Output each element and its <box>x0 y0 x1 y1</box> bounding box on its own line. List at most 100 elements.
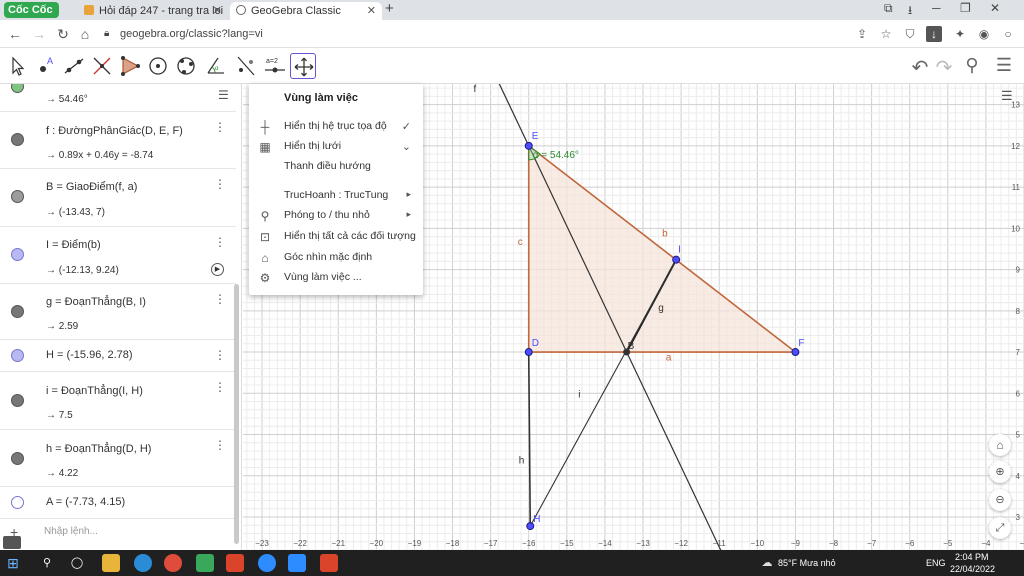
keyboard-icon[interactable] <box>3 536 21 549</box>
redo-icon[interactable]: ↷ <box>932 55 956 80</box>
extensions-icon[interactable]: ✦ <box>952 26 968 42</box>
undo-icon[interactable]: ↶ <box>908 55 932 80</box>
algebra-row[interactable]: h = ĐoạnThẳng(D, H) → 4.22 ⋮ <box>0 430 236 487</box>
angle-tool-icon[interactable]: α <box>203 53 229 79</box>
algebra-row[interactable]: i = ĐoạnThẳng(I, H) → 7.5 ⋮ <box>0 372 236 430</box>
search-icon[interactable]: ⚲ <box>38 554 56 572</box>
row-menu-icon[interactable]: ⋮ <box>214 177 226 191</box>
menu-item-graphics-settings[interactable]: ⚙ Vùng làm việc ... <box>249 268 423 288</box>
home-view-icon[interactable]: ⌂ <box>989 434 1011 456</box>
polygon-tool-icon[interactable] <box>117 53 143 79</box>
chrome-icon[interactable] <box>164 554 182 572</box>
office-alt-icon[interactable] <box>320 554 338 572</box>
reload-icon[interactable]: ↻ <box>54 25 72 43</box>
zoom-in-icon[interactable]: ⊕ <box>989 461 1011 483</box>
download-extension-icon[interactable]: ↓ <box>926 26 942 42</box>
bookmark-star-icon[interactable]: ☆ <box>878 26 894 42</box>
download-icon[interactable]: ⭳ <box>908 1 912 22</box>
menu-item-show-grid[interactable]: ▦ Hiển thị lưới ⌄ <box>249 137 423 157</box>
visibility-dot[interactable] <box>11 452 24 465</box>
file-explorer-icon[interactable] <box>102 554 120 572</box>
algebra-row[interactable]: → 54.46° ☰ <box>0 84 236 112</box>
tab-hoidap[interactable]: Hỏi đáp 247 - trang tra loi ✕ <box>78 2 228 20</box>
visibility-dot[interactable] <box>11 248 24 261</box>
play-icon[interactable]: ▶ <box>211 263 224 276</box>
point-tool-icon[interactable]: A <box>33 53 59 79</box>
menu-circle-icon[interactable]: ○ <box>1000 26 1016 42</box>
y-tick-label: 6 <box>1016 389 1021 398</box>
perpendicular-tool-icon[interactable] <box>89 53 115 79</box>
maximize-icon[interactable]: ❐ <box>960 1 971 15</box>
chevron-down-icon[interactable]: ⌄ <box>402 140 411 153</box>
search-icon[interactable]: ⚲ <box>960 55 984 76</box>
edge-icon[interactable] <box>134 554 152 572</box>
menu-item-navigation-bar[interactable]: Thanh điều hướng <box>249 157 423 177</box>
visibility-dot[interactable] <box>11 190 24 203</box>
zoom-app-icon[interactable] <box>258 554 276 572</box>
algebra-row[interactable]: I = Điểm(b) → (-12.13, 9.24) ⋮ ▶ <box>0 227 236 284</box>
row-menu-icon[interactable]: ⋮ <box>214 380 226 394</box>
circle-three-points-tool-icon[interactable] <box>173 53 199 79</box>
reflect-tool-icon[interactable] <box>233 53 259 79</box>
minimize-icon[interactable]: ─ <box>932 1 941 15</box>
graphics-style-icon[interactable]: ☰ <box>1001 88 1013 104</box>
fullscreen-icon[interactable]: ⤢ <box>989 517 1011 539</box>
x-tick-label: −4 <box>981 539 991 548</box>
visibility-dot[interactable] <box>11 305 24 318</box>
algebra-style-icon[interactable]: ☰ <box>218 88 229 102</box>
move-graphics-tool-icon[interactable] <box>290 53 316 79</box>
visibility-dot[interactable] <box>11 349 24 362</box>
close-window-icon[interactable]: ✕ <box>990 1 1000 15</box>
circle-tool-icon[interactable] <box>145 53 171 79</box>
algebra-row[interactable]: g = ĐoạnThẳng(B, I) → 2.59 ⋮ <box>0 284 236 340</box>
shield-icon[interactable]: ⛉ <box>902 26 918 42</box>
menu-item-standard-view[interactable]: ⌂ Góc nhìn mặc định <box>249 248 423 268</box>
menu-item-show-axes[interactable]: ┼ Hiển thị hệ trục tọa độ ✓ <box>249 117 423 137</box>
move-tool-icon[interactable] <box>4 53 30 79</box>
menu-item-zoom[interactable]: ⚲ Phóng to / thu nhỏ ▸ <box>249 206 423 226</box>
row-menu-icon[interactable]: ⋮ <box>214 292 226 306</box>
close-icon[interactable]: ✕ <box>213 2 222 20</box>
browser-logo[interactable]: Cốc Cốc <box>4 2 59 18</box>
row-menu-icon[interactable]: ⋮ <box>214 348 226 362</box>
main-menu-icon[interactable]: ☰ <box>992 55 1016 76</box>
algebra-row[interactable]: A = (-7.73, 4.15) <box>0 487 236 519</box>
point-D[interactable] <box>524 348 533 357</box>
visibility-dot[interactable] <box>11 84 24 93</box>
algebra-scrollbar[interactable] <box>234 284 239 544</box>
close-icon[interactable]: ✕ <box>367 2 376 20</box>
row-menu-icon[interactable]: ⋮ <box>214 235 226 249</box>
new-tab-icon[interactable]: + <box>385 0 394 17</box>
visibility-dot[interactable] <box>11 496 24 509</box>
back-icon[interactable]: ← <box>6 25 24 43</box>
profile-icon[interactable]: ◉ <box>976 26 992 42</box>
input-bar[interactable]: Nhập lệnh... <box>44 526 98 537</box>
point-E[interactable] <box>524 141 533 150</box>
zoom-out-icon[interactable]: ⊖ <box>989 489 1011 511</box>
coccoc-icon[interactable] <box>196 554 214 572</box>
algebra-row[interactable]: H = (-15.96, 2.78) ⋮ <box>0 340 236 372</box>
tab-geogebra[interactable]: GeoGebra Classic ✕ <box>230 2 382 20</box>
window-switch-icon[interactable]: ⧉ <box>884 1 893 16</box>
point-F[interactable] <box>791 348 800 357</box>
home-icon[interactable]: ⌂ <box>76 25 94 43</box>
office-icon[interactable] <box>226 554 244 572</box>
slider-tool-icon[interactable]: a=2 <box>262 53 288 79</box>
windows-start-icon[interactable]: ⊞ <box>4 554 22 572</box>
meeting-icon[interactable] <box>288 554 306 572</box>
forward-icon[interactable]: → <box>30 25 48 43</box>
row-menu-icon[interactable]: ⋮ <box>214 120 226 134</box>
line-tool-icon[interactable] <box>61 53 87 79</box>
task-view-icon[interactable]: ◯ <box>68 554 86 572</box>
menu-item-axes-ratio[interactable]: TrucHoanh : TrucTung ▸ <box>249 186 423 206</box>
row-menu-icon[interactable]: ⋮ <box>214 438 226 452</box>
point-I[interactable] <box>672 255 681 264</box>
visibility-dot[interactable] <box>11 133 24 146</box>
address-bar[interactable]: 🔒︎ geogebra.org/classic?lang=vi <box>98 24 844 44</box>
weather-icon[interactable]: ☁ <box>760 554 774 572</box>
algebra-row[interactable]: f : ĐườngPhânGiác(D, E, F) → 0.89x + 0.4… <box>0 112 236 169</box>
share-icon[interactable]: ⇪ <box>854 26 870 42</box>
menu-item-show-all-objects[interactable]: ⊡ Hiển thị tất cả các đối tượng <box>249 227 423 247</box>
visibility-dot[interactable] <box>11 394 24 407</box>
algebra-row[interactable]: B = GiaoĐiểm(f, a) → (-13.43, 7) ⋮ <box>0 169 236 227</box>
